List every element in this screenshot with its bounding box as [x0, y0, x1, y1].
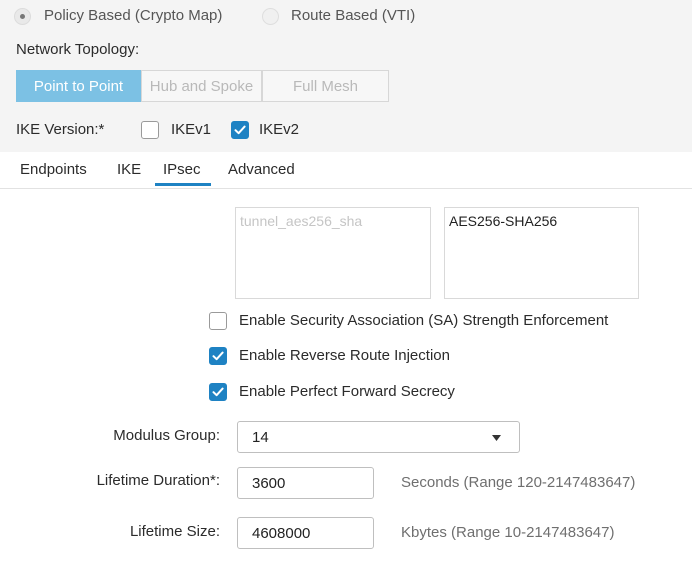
- list-item[interactable]: AES256-SHA256: [445, 208, 638, 229]
- tab-endpoints[interactable]: Endpoints: [20, 161, 87, 178]
- check-icon: [212, 351, 224, 361]
- ike-version-label: IKE Version:*: [16, 121, 105, 138]
- tab-ipsec[interactable]: IPsec: [163, 161, 201, 178]
- check-icon: [212, 387, 224, 397]
- reverse-route-injection-label[interactable]: Enable Reverse Route Injection: [239, 347, 450, 364]
- dropdown-arrow-icon: [492, 435, 501, 441]
- topology-full-mesh[interactable]: Full Mesh: [262, 70, 389, 102]
- lifetime-size-hint: Kbytes (Range 10-2147483647): [401, 524, 615, 541]
- route-based-radio[interactable]: [262, 8, 279, 25]
- network-topology-label: Network Topology:: [16, 41, 140, 58]
- reverse-route-injection-checkbox[interactable]: [209, 347, 227, 365]
- lifetime-size-input[interactable]: 4608000: [237, 517, 374, 549]
- topology-hub-and-spoke[interactable]: Hub and Spoke: [141, 70, 262, 102]
- perfect-forward-secrecy-label[interactable]: Enable Perfect Forward Secrecy: [239, 383, 455, 400]
- modulus-group-select[interactable]: 14: [237, 421, 520, 453]
- lifetime-size-label: Lifetime Size:: [129, 523, 220, 540]
- perfect-forward-secrecy-checkbox[interactable]: [209, 383, 227, 401]
- ikev1-checkbox[interactable]: [141, 121, 159, 139]
- route-based-label[interactable]: Route Based (VTI): [291, 7, 415, 24]
- ikev2-label[interactable]: IKEv2: [259, 121, 299, 138]
- active-tab-indicator: [155, 183, 211, 186]
- lifetime-duration-hint: Seconds (Range 120-2147483647): [401, 474, 636, 491]
- topology-point-to-point[interactable]: Point to Point: [16, 70, 141, 102]
- modulus-group-label: Modulus Group:: [113, 427, 220, 444]
- policy-based-radio[interactable]: [14, 8, 31, 25]
- policy-based-label[interactable]: Policy Based (Crypto Map): [44, 7, 222, 24]
- lifetime-duration-label: Lifetime Duration*:: [96, 472, 220, 489]
- tab-ike[interactable]: IKE: [117, 161, 141, 178]
- selected-proposals-list[interactable]: AES256-SHA256: [444, 207, 639, 299]
- tab-advanced[interactable]: Advanced: [228, 161, 295, 178]
- lifetime-size-value: 4608000: [252, 524, 311, 542]
- available-proposals-list[interactable]: tunnel_aes256_sha: [235, 207, 431, 299]
- modulus-group-value: 14: [252, 428, 269, 446]
- sa-strength-label[interactable]: Enable Security Association (SA) Strengt…: [239, 312, 608, 329]
- vpn-settings-header: Policy Based (Crypto Map) Route Based (V…: [0, 0, 692, 152]
- list-item[interactable]: tunnel_aes256_sha: [236, 208, 430, 229]
- ikev2-checkbox[interactable]: [231, 121, 249, 139]
- tab-divider: [0, 188, 692, 189]
- ikev1-label[interactable]: IKEv1: [171, 121, 211, 138]
- lifetime-duration-input[interactable]: 3600: [237, 467, 374, 499]
- check-icon: [234, 125, 246, 135]
- sa-strength-checkbox[interactable]: [209, 312, 227, 330]
- lifetime-duration-value: 3600: [252, 474, 286, 492]
